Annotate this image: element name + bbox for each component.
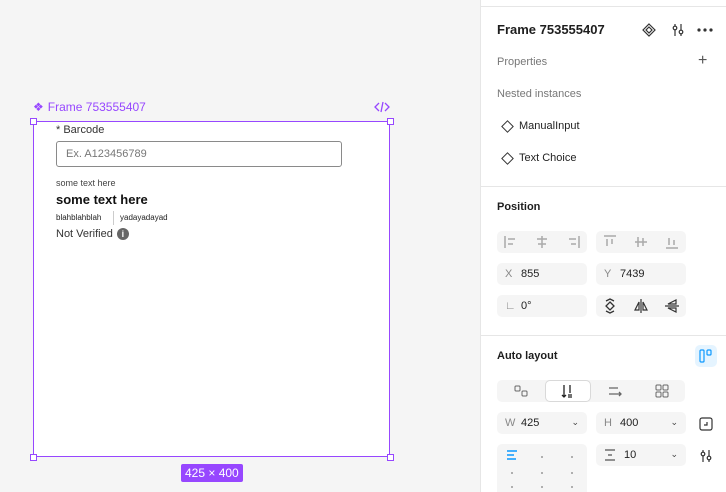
chevron-down-icon[interactable]: ⌄ — [670, 417, 678, 428]
component-set-icon[interactable] — [641, 22, 657, 38]
height-field[interactable]: H 400 ⌄ — [596, 412, 686, 434]
frame-label-text: Frame 753555407 — [47, 100, 146, 114]
resize-handle-tr[interactable] — [387, 118, 394, 125]
nested-instances-label: Nested instances — [497, 88, 582, 100]
instance-icon — [501, 119, 514, 133]
selected-frame[interactable] — [33, 121, 390, 457]
panel-title: Frame 753555407 — [497, 22, 605, 37]
divider — [481, 186, 726, 187]
w-value: 425 — [521, 417, 540, 429]
vertical-align-group — [596, 231, 686, 253]
status-text: Not Verified — [56, 228, 113, 240]
resize-handle-bl[interactable] — [30, 454, 37, 461]
info-icon[interactable]: i — [116, 228, 129, 240]
flip-h-icon[interactable] — [633, 298, 649, 314]
x-field[interactable]: X 855 — [497, 263, 587, 285]
canvas[interactable]: ❖ Frame 753555407 * Barcode Ex. A1234567… — [0, 0, 480, 492]
gap-field[interactable]: 10 ⌄ — [596, 444, 686, 466]
gap-value: 10 — [624, 449, 637, 461]
x-value: 855 — [521, 268, 540, 280]
x-key: X — [505, 268, 513, 280]
horizontal-align-group — [497, 231, 587, 253]
resize-handle-tl[interactable] — [30, 118, 37, 125]
spacing-icon — [605, 449, 615, 461]
component-icon: ❖ — [33, 100, 44, 114]
instance-label: ManualInput — [519, 120, 580, 132]
rotation-value: 0° — [521, 300, 532, 312]
divider — [481, 335, 726, 336]
layout-direction-group — [497, 380, 685, 402]
alignment-grid[interactable] — [497, 444, 587, 492]
y-key: Y — [604, 268, 612, 280]
layout-vertical-icon[interactable] — [560, 383, 576, 399]
padding-icon[interactable] — [698, 448, 714, 464]
y-value: 7439 — [620, 268, 645, 280]
instance-icon — [501, 151, 514, 165]
frame-label[interactable]: ❖ Frame 753555407 — [33, 100, 146, 114]
barcode-input[interactable]: Ex. A123456789 — [56, 141, 342, 167]
more-icon[interactable] — [697, 22, 713, 38]
rotation-icon-label: ∟ — [505, 300, 516, 312]
align-top-left-icon[interactable] — [505, 448, 521, 464]
flip-v-icon[interactable] — [664, 298, 680, 314]
code-icon[interactable] — [374, 100, 390, 114]
instance-item[interactable]: ManualInput — [501, 119, 580, 133]
kv-right-text: yadayadayad — [120, 213, 168, 222]
rotate-icon[interactable] — [602, 298, 618, 314]
h-key: H — [604, 417, 612, 429]
small-text: some text here — [56, 178, 116, 188]
rotation-field[interactable]: ∟ 0° — [497, 295, 587, 317]
align-bottom-icon[interactable] — [664, 234, 680, 250]
bold-text: some text here — [56, 192, 148, 207]
width-field[interactable]: W 425 ⌄ — [497, 412, 587, 434]
auto-layout-title: Auto layout — [497, 350, 558, 362]
transform-group — [596, 295, 686, 317]
resize-handle-br[interactable] — [387, 454, 394, 461]
align-left-icon[interactable] — [503, 234, 519, 250]
auto-layout-icon[interactable] — [695, 345, 717, 367]
chevron-down-icon[interactable]: ⌄ — [571, 417, 579, 428]
chevron-down-icon[interactable]: ⌄ — [670, 449, 678, 460]
layout-horizontal-icon[interactable] — [607, 383, 623, 399]
position-title: Position — [497, 201, 541, 213]
instance-item[interactable]: Text Choice — [501, 151, 577, 165]
w-key: W — [505, 417, 516, 429]
plus-icon[interactable]: + — [698, 53, 707, 69]
layout-freeform-icon[interactable] — [513, 383, 529, 399]
properties-label: Properties — [497, 56, 548, 68]
y-field[interactable]: Y 7439 — [596, 263, 686, 285]
align-center-v-icon[interactable] — [633, 234, 649, 250]
layout-grid-icon[interactable] — [654, 383, 670, 399]
instance-label: Text Choice — [519, 152, 577, 164]
align-top-icon[interactable] — [602, 234, 618, 250]
resize-icon[interactable] — [698, 416, 714, 432]
divider — [481, 6, 726, 7]
adjust-icon[interactable] — [670, 22, 686, 38]
kv-left-text: blahblahblah — [56, 213, 102, 222]
kv-divider — [113, 211, 114, 225]
size-badge: 425 × 400 — [181, 464, 243, 482]
align-center-h-icon[interactable] — [534, 234, 550, 250]
barcode-label: * Barcode — [56, 124, 105, 136]
verification-status: Not Verified i — [56, 228, 129, 240]
align-right-icon[interactable] — [565, 234, 581, 250]
h-value: 400 — [620, 417, 639, 429]
properties-panel: Frame 753555407 Properties + Nested inst… — [480, 0, 726, 492]
